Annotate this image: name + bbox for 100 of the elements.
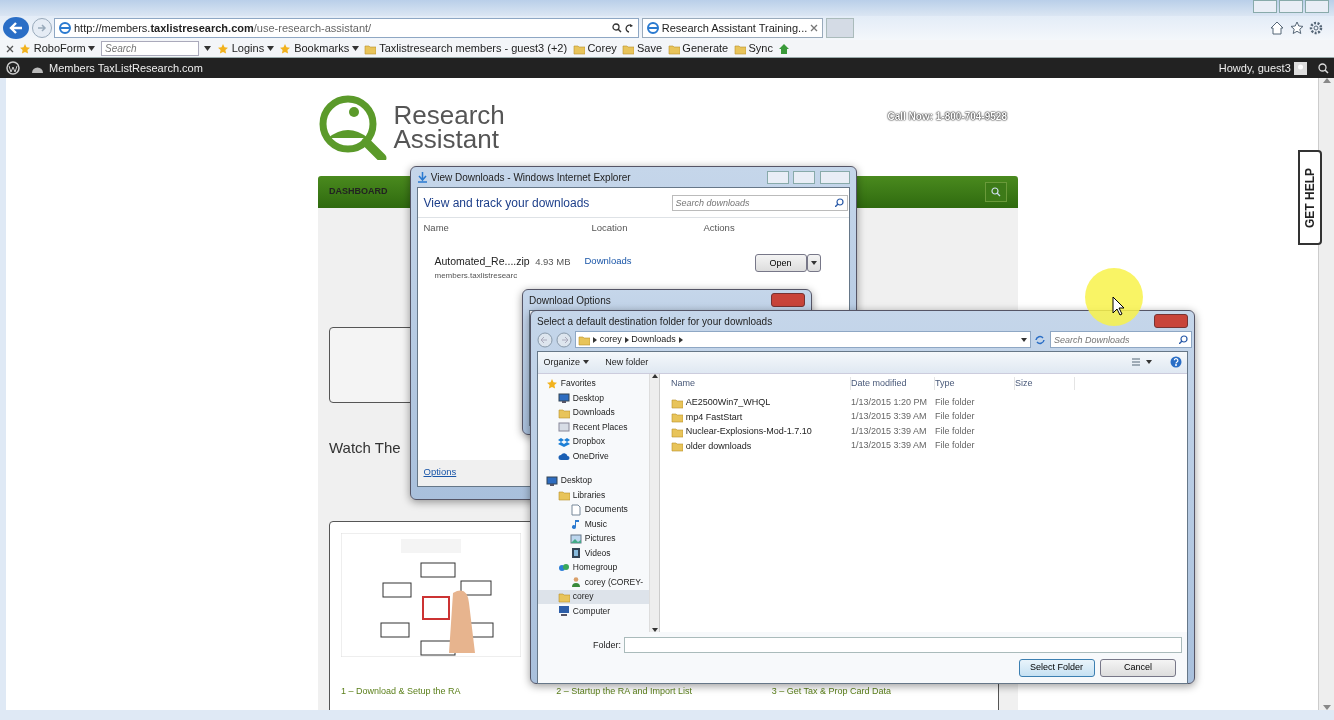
close-button[interactable]: [820, 170, 850, 184]
new-tab-button[interactable]: [825, 18, 854, 38]
column-header[interactable]: Type: [935, 376, 1015, 390]
toolbar-button[interactable]: Generate: [667, 40, 729, 57]
nav-item[interactable]: Music: [538, 517, 649, 532]
home-icon[interactable]: [1270, 21, 1284, 35]
view-options-icon[interactable]: [1131, 357, 1153, 368]
toolbar-button[interactable]: Sync: [733, 40, 773, 57]
search-icon[interactable]: [1317, 62, 1329, 74]
lesson-caption[interactable]: 2 – Startup the RA and Import List: [556, 685, 772, 699]
breadcrumb-item[interactable]: Downloads: [631, 332, 676, 347]
column-header[interactable]: Location: [591, 220, 704, 235]
scrollbar[interactable]: [650, 373, 660, 632]
close-icon[interactable]: [5, 44, 14, 53]
open-button[interactable]: Open: [754, 254, 807, 273]
nav-item[interactable]: Homegroup: [538, 560, 649, 575]
search-icon[interactable]: [611, 23, 622, 33]
folder-name[interactable]: AE2500Win7_WHQL: [671, 395, 851, 410]
address-bar[interactable]: http://members.taxlistresearch.com/use-research-assistant/: [54, 18, 640, 38]
cancel-button[interactable]: Cancel: [1100, 658, 1176, 677]
nav-item[interactable]: Pictures: [538, 531, 649, 546]
search-field[interactable]: Search Downloads: [1050, 331, 1192, 348]
column-header[interactable]: Date modified: [851, 376, 935, 390]
maximize-button[interactable]: [1278, 0, 1303, 13]
nav-item[interactable]: Recent Places: [538, 420, 649, 435]
toolbar-button[interactable]: Logins: [216, 40, 274, 57]
folder-name[interactable]: mp4 FastStart: [671, 410, 851, 425]
column-header[interactable]: Actions: [703, 220, 804, 235]
nav-item[interactable]: Desktop: [538, 391, 649, 406]
monitor-icon: [546, 474, 558, 487]
nav-item[interactable]: corey: [538, 589, 649, 604]
lesson-caption[interactable]: 1 – Download & Setup the RA: [341, 685, 557, 699]
close-button[interactable]: [1154, 314, 1188, 328]
toolbar-button[interactable]: RoboForm: [19, 40, 96, 57]
nav-item[interactable]: Computer: [538, 604, 649, 619]
options-link[interactable]: Options: [423, 465, 457, 477]
settings-icon[interactable]: [1309, 21, 1323, 35]
toolbar-button[interactable]: Taxlistresearch members - guest3 (+2): [364, 40, 568, 57]
minimize-button[interactable]: [766, 170, 789, 184]
back-button-icon[interactable]: [537, 331, 553, 348]
maximize-button[interactable]: [793, 170, 816, 184]
forward-button-icon[interactable]: [555, 331, 572, 348]
nav-item[interactable]: Libraries: [538, 488, 649, 503]
wordpress-icon[interactable]: [5, 61, 20, 75]
window-title: View Downloads - Windows Internet Explorer: [430, 170, 632, 185]
toolbar-button[interactable]: Bookmarks: [279, 40, 359, 57]
dropbox-icon: [558, 435, 570, 448]
nav-item[interactable]: Documents: [538, 502, 649, 517]
close-icon[interactable]: [810, 24, 818, 32]
select-folder-button[interactable]: Select Folder: [1018, 658, 1095, 677]
toolbar-button[interactable]: Save: [622, 40, 663, 57]
close-button[interactable]: [771, 293, 805, 307]
refresh-icon[interactable]: [624, 23, 635, 33]
lesson-caption[interactable]: 3 – Get Tax & Prop Card Data: [771, 685, 987, 699]
search-button[interactable]: [985, 181, 1007, 202]
home-icon[interactable]: [778, 42, 791, 55]
account-menu[interactable]: Howdy, guest3: [1218, 59, 1307, 77]
nav-item[interactable]: corey (COREY-: [538, 575, 649, 590]
nav-item[interactable]: Downloads: [538, 405, 649, 420]
star-icon[interactable]: [1289, 21, 1304, 35]
nav-item[interactable]: Favorites: [538, 376, 649, 391]
nav-item[interactable]: OneDrive: [538, 449, 649, 464]
document-icon: [570, 503, 582, 516]
search-field[interactable]: Search: [100, 41, 199, 56]
nav-item[interactable]: Videos: [538, 546, 649, 561]
help-tab[interactable]: GET HELP: [1298, 150, 1322, 245]
site-link[interactable]: Members TaxListResearch.com: [30, 59, 203, 77]
caret-icon[interactable]: [204, 46, 212, 51]
folder-name[interactable]: Nuclear-Explosions-Mod-1.7.10: [671, 424, 851, 439]
close-button[interactable]: [1304, 0, 1329, 13]
toolbar-button[interactable]: New folder: [605, 355, 649, 369]
folder-field[interactable]: [623, 637, 1182, 654]
toolbar-button[interactable]: Corey: [572, 40, 617, 57]
folder-name[interactable]: older downloads: [671, 439, 851, 454]
breadcrumb-item[interactable]: corey: [599, 332, 622, 347]
toolbar-button[interactable]: Organize: [543, 355, 589, 369]
help-icon[interactable]: [1169, 356, 1182, 369]
location-link[interactable]: Downloads: [584, 254, 755, 269]
downloads-heading: View and track your downloads: [423, 194, 590, 212]
nav-item[interactable]: Dropbox: [538, 434, 649, 449]
column-header[interactable]: Size: [1015, 376, 1075, 390]
forward-button[interactable]: [31, 18, 52, 38]
back-button[interactable]: [2, 17, 29, 39]
browser-tab[interactable]: Research Assistant Training...: [642, 18, 823, 38]
caret-icon: [810, 261, 817, 266]
type-cell-text: File folder: [935, 395, 976, 409]
dropdown-button[interactable]: [806, 254, 821, 273]
chevron-icon: [678, 336, 683, 343]
type-cell-text: File folder: [935, 439, 976, 452]
nav-item[interactable]: Desktop: [538, 473, 649, 488]
caret-icon: [582, 360, 589, 365]
caret-icon: [1020, 337, 1027, 342]
star-icon: [546, 377, 558, 390]
breadcrumb-bar[interactable]: corey Downloads: [574, 331, 1031, 348]
column-header[interactable]: Name: [671, 376, 851, 390]
column-header[interactable]: Name: [423, 220, 592, 235]
search-field[interactable]: Search downloads: [671, 194, 848, 211]
date-cell-text: 1/13/2015 3:39 AM: [851, 439, 928, 452]
minimize-button[interactable]: [1252, 0, 1277, 13]
scrollbar[interactable]: [1318, 78, 1334, 710]
